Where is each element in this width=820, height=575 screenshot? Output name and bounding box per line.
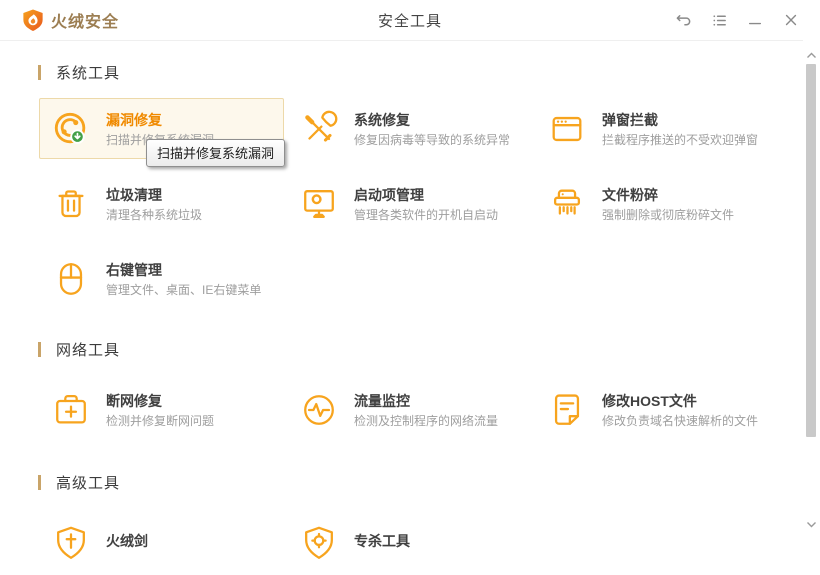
shield-sword-icon: [52, 524, 90, 562]
tool-card[interactable]: 火绒剑: [39, 512, 284, 573]
tool-card[interactable]: 专杀工具: [287, 512, 532, 573]
popup-window-icon: [548, 110, 586, 148]
scroll-down-arrow-icon[interactable]: [806, 519, 817, 530]
mouse-icon: [52, 260, 90, 298]
minimize-icon: [748, 22, 762, 25]
titlebar: 火绒安全 安全工具: [0, 0, 820, 41]
medkit-icon: [52, 391, 90, 429]
scrollbar[interactable]: [803, 40, 820, 540]
close-button[interactable]: [778, 7, 804, 33]
tool-title: 垃圾清理: [106, 186, 162, 203]
tool-desc: 检测及控制程序的网络流量: [354, 413, 499, 428]
shield-flame-logo-icon: [22, 8, 44, 33]
repair-tools-icon: [300, 110, 338, 148]
tool-title: 右键管理: [106, 261, 162, 278]
menu-list-icon: [712, 14, 726, 26]
tool-title: 弹窗拦截: [602, 111, 658, 128]
section: 系统工具 漏洞修复 扫描并修复系统漏洞 系统修复 修复因病毒等导致的系统异常 弹…: [38, 62, 820, 311]
vuln-scan-icon: [52, 110, 90, 148]
section-header: 高级工具: [38, 472, 820, 493]
tool-title: 断网修复: [106, 392, 162, 409]
minimize-button[interactable]: [742, 7, 768, 33]
back-button[interactable]: [670, 7, 696, 33]
tool-card[interactable]: 流量监控 检测及控制程序的网络流量: [287, 379, 532, 440]
section-accent-bar: [38, 342, 41, 357]
back-icon: [676, 14, 690, 26]
shield-kill-icon: [300, 524, 338, 562]
tool-desc: 修改负责域名快速解析的文件: [602, 413, 759, 428]
tool-desc: 检测并修复断网问题: [106, 413, 215, 428]
section-title: 高级工具: [56, 475, 121, 492]
scrollbar-thumb[interactable]: [806, 64, 816, 437]
tool-title: 启动项管理: [354, 186, 424, 203]
section-header: 系统工具: [38, 62, 820, 83]
pulse-icon: [300, 391, 338, 429]
tool-desc: 拦截程序推送的不受欢迎弹窗: [602, 132, 759, 147]
tool-title: 系统修复: [354, 111, 410, 128]
host-file-icon: [548, 391, 586, 429]
tool-card[interactable]: 修改HOST文件 修改负责域名快速解析的文件: [535, 379, 780, 440]
app-name: 火绒安全: [51, 14, 120, 31]
tool-desc: 管理各类软件的开机自启动: [354, 207, 499, 222]
tool-desc: 管理文件、桌面、IE右键菜单: [106, 282, 262, 297]
tool-desc: 修复因病毒等导致的系统异常: [354, 132, 511, 147]
tool-card[interactable]: 系统修复 修复因病毒等导致的系统异常: [287, 98, 532, 159]
section-header: 网络工具: [38, 339, 820, 360]
tool-title: 漏洞修复: [106, 111, 162, 128]
tool-title: 流量监控: [354, 392, 410, 409]
close-icon: [785, 14, 797, 26]
tool-desc: 强制删除或彻底粉碎文件: [602, 207, 735, 222]
section-grid: 火绒剑 专杀工具: [39, 512, 820, 575]
section: 高级工具 火绒剑 专杀工具: [38, 472, 820, 575]
section-grid: 漏洞修复 扫描并修复系统漏洞 系统修复 修复因病毒等导致的系统异常 弹窗拦截 拦…: [39, 98, 820, 311]
tool-title: 修改HOST文件: [602, 392, 697, 409]
tool-desc: 清理各种系统垃圾: [106, 207, 203, 222]
monitor-icon: [300, 185, 338, 223]
menu-button[interactable]: [706, 7, 732, 33]
tools-page: 系统工具 漏洞修复 扫描并修复系统漏洞 系统修复 修复因病毒等导致的系统异常 弹…: [0, 62, 820, 575]
tool-title: 专杀工具: [354, 532, 410, 549]
tool-card[interactable]: 断网修复 检测并修复断网问题: [39, 379, 284, 440]
tool-card[interactable]: 右键管理 管理文件、桌面、IE右键菜单: [39, 248, 284, 309]
section-accent-bar: [38, 65, 41, 80]
section-accent-bar: [38, 475, 41, 490]
tooltip: 扫描并修复系统漏洞: [146, 139, 286, 167]
app-logo: 火绒安全: [22, 8, 119, 33]
tool-title: 火绒剑: [106, 532, 148, 549]
tool-card[interactable]: 弹窗拦截 拦截程序推送的不受欢迎弹窗: [535, 98, 780, 159]
scroll-up-arrow-icon[interactable]: [806, 50, 817, 61]
trash-icon: [52, 185, 90, 223]
tool-card[interactable]: 启动项管理 管理各类软件的开机自启动: [287, 173, 532, 234]
section-grid: 断网修复 检测并修复断网问题 流量监控 检测及控制程序的网络流量 修改HOST文…: [39, 379, 820, 442]
tool-card[interactable]: 文件粉碎 强制删除或彻底粉碎文件: [535, 173, 780, 234]
section-title: 网络工具: [56, 342, 121, 359]
section-title: 系统工具: [56, 65, 121, 82]
shredder-icon: [548, 185, 586, 223]
tool-title: 文件粉碎: [602, 186, 658, 203]
tool-card[interactable]: 垃圾清理 清理各种系统垃圾: [39, 173, 284, 234]
section: 网络工具 断网修复 检测并修复断网问题 流量监控 检测及控制程序的网络流量 修改…: [38, 339, 820, 442]
